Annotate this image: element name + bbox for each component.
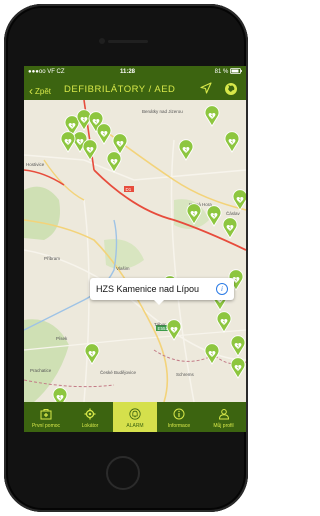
tab-label: ALARM: [126, 423, 144, 429]
tab-information[interactable]: Informace: [157, 402, 201, 432]
place-label: Vlašim: [116, 266, 130, 271]
place-label: České Budějovice: [100, 369, 137, 375]
aed-marker[interactable]: [52, 387, 68, 402]
tab-label: První pomoc: [31, 423, 61, 429]
place-label: Čáslav: [226, 210, 241, 216]
battery-indicator: 81 %: [215, 66, 242, 78]
profile-icon: [218, 409, 229, 420]
place-label: Příbram: [44, 256, 60, 261]
home-button[interactable]: [106, 456, 140, 490]
place-label: Hostivice: [26, 162, 45, 167]
tab-bar: První pomoc Lokátor ALARM Informace Můj …: [24, 402, 246, 432]
map-view[interactable]: D1 E551 Benátky nad Jizerou Hostivice Ku…: [24, 100, 246, 402]
front-camera: [99, 38, 105, 44]
place-label: Prachatice: [30, 368, 52, 373]
first-aid-kit-icon: [40, 409, 52, 420]
tab-label: Můj profil: [213, 423, 234, 429]
info-icon: [173, 408, 185, 420]
location-arrow-icon[interactable]: [200, 82, 212, 94]
tab-first-aid[interactable]: První pomoc: [24, 402, 68, 432]
tab-alarm[interactable]: ALARM: [113, 402, 157, 432]
tab-label: Lokátor: [81, 423, 99, 429]
app-screen: ●●●oo VF CZ 11:28 81 % ‹ Zpět DEFIBRILÁTO…: [24, 66, 246, 432]
locator-icon: [84, 408, 96, 420]
place-label: Schrems: [176, 372, 195, 377]
location-popup[interactable]: HZS Kamenice nad Lípou i: [90, 278, 234, 305]
place-label: Benátky nad Jizerou: [142, 109, 183, 114]
place-label: Písek: [56, 336, 68, 341]
tab-label: Informace: [167, 423, 191, 429]
navigation-bar: ‹ Zpět DEFIBRILÁTORY / AED: [24, 78, 246, 100]
road-label-d1: D1: [126, 187, 132, 192]
chevron-left-icon: ‹: [29, 84, 33, 98]
info-icon[interactable]: i: [216, 283, 228, 295]
map-canvas[interactable]: D1 E551 Benátky nad Jizerou Hostivice Ku…: [24, 100, 246, 402]
carrier-label: ●●●oo VF CZ: [28, 69, 65, 75]
battery-icon: [230, 68, 242, 75]
earpiece-speaker: [108, 40, 148, 43]
popup-title: HZS Kamenice nad Lípou: [96, 284, 200, 294]
battery-label: 81 %: [214, 69, 229, 75]
back-button[interactable]: ‹ Zpět: [29, 83, 52, 98]
bell-icon: [129, 408, 141, 420]
globe-icon[interactable]: [224, 82, 238, 96]
tab-locator[interactable]: Lokátor: [68, 402, 112, 432]
status-time: 11:28: [120, 69, 136, 75]
tab-my-profile[interactable]: Můj profil: [201, 402, 246, 432]
page-title: DEFIBRILÁTORY / AED: [64, 84, 176, 95]
status-bar: ●●●oo VF CZ 11:28 81 %: [24, 66, 246, 78]
back-label: Zpět: [35, 87, 52, 96]
place-label: Tábor: [154, 322, 166, 327]
